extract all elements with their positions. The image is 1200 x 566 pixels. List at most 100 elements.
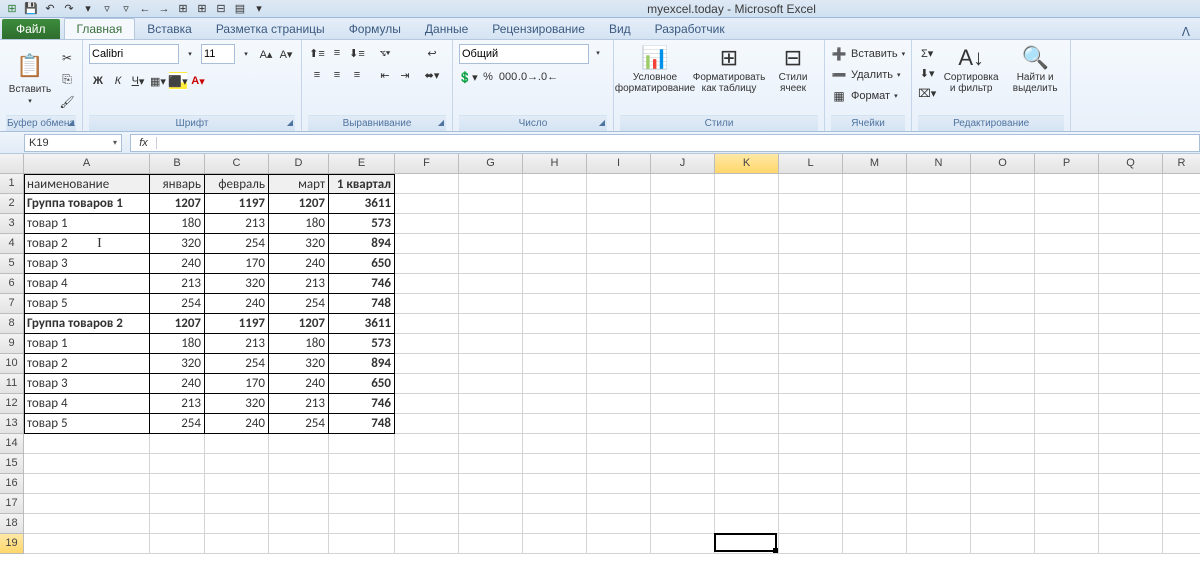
cell[interactable]: 240 (269, 254, 329, 274)
cell[interactable] (907, 174, 971, 194)
cell[interactable] (715, 454, 779, 474)
cell[interactable] (843, 354, 907, 374)
cell[interactable]: товар 2 (24, 234, 150, 254)
cell[interactable]: 254 (269, 414, 329, 434)
column-header-F[interactable]: F (395, 154, 459, 174)
cell[interactable] (1163, 334, 1200, 354)
cell[interactable] (1099, 274, 1163, 294)
cell[interactable] (971, 394, 1035, 414)
cell[interactable] (587, 454, 651, 474)
column-header-Q[interactable]: Q (1099, 154, 1163, 174)
autosum-icon[interactable]: Σ▾ (918, 44, 936, 62)
cell[interactable] (843, 434, 907, 454)
cell[interactable] (715, 274, 779, 294)
cell[interactable] (971, 294, 1035, 314)
row-header-12[interactable]: 12 (0, 394, 24, 414)
qat-customize-icon[interactable]: ▾ (251, 1, 267, 17)
cell[interactable] (843, 394, 907, 414)
cell[interactable] (459, 174, 523, 194)
tab-developer[interactable]: Разработчик (643, 19, 737, 39)
border-icon[interactable]: ▦▾ (149, 72, 167, 90)
cell[interactable] (1163, 214, 1200, 234)
qat-item-icon[interactable]: ← (137, 1, 153, 17)
insert-cells-button[interactable]: ➕Вставить▾ (831, 44, 905, 64)
cell[interactable] (779, 434, 843, 454)
name-box[interactable]: K19 ▾ (24, 134, 122, 152)
qat-item-icon[interactable]: ▾ (80, 1, 96, 17)
cell[interactable]: товар 3 (24, 374, 150, 394)
cell[interactable] (459, 514, 523, 534)
cell[interactable] (843, 334, 907, 354)
cell[interactable]: 170 (205, 374, 269, 394)
cell[interactable] (715, 394, 779, 414)
cell[interactable] (1035, 494, 1099, 514)
cell[interactable] (715, 374, 779, 394)
cell[interactable] (205, 434, 269, 454)
cell[interactable] (587, 494, 651, 514)
row-header-7[interactable]: 7 (0, 294, 24, 314)
select-all-corner[interactable] (0, 154, 24, 174)
cell[interactable] (24, 454, 150, 474)
cell[interactable]: товар 4 (24, 274, 150, 294)
column-header-M[interactable]: M (843, 154, 907, 174)
cell[interactable] (587, 414, 651, 434)
cell[interactable] (587, 474, 651, 494)
cell[interactable] (395, 234, 459, 254)
cell[interactable] (395, 294, 459, 314)
cell[interactable] (523, 194, 587, 214)
cell[interactable] (971, 174, 1035, 194)
cell[interactable]: Группа товаров 1 (24, 194, 150, 214)
number-format-select[interactable] (459, 44, 589, 64)
qat-item-icon[interactable]: ▿ (99, 1, 115, 17)
qat-item-icon[interactable]: ⊞ (194, 1, 210, 17)
cell[interactable] (459, 194, 523, 214)
cell[interactable] (651, 414, 715, 434)
conditional-formatting-button[interactable]: 📊 Условное форматирование (620, 44, 690, 110)
format-cells-button[interactable]: ▦Формат▾ (831, 86, 905, 106)
cell[interactable]: 1207 (150, 194, 205, 214)
cell[interactable] (395, 474, 459, 494)
cell[interactable]: наименование (24, 174, 150, 194)
cell[interactable]: 240 (205, 294, 269, 314)
cell[interactable] (971, 414, 1035, 434)
cell[interactable] (779, 334, 843, 354)
increase-indent-icon[interactable]: ⇥ (396, 66, 414, 84)
cell[interactable] (843, 274, 907, 294)
cell[interactable] (843, 314, 907, 334)
cell[interactable]: 254 (205, 354, 269, 374)
cell[interactable] (329, 494, 395, 514)
cell[interactable] (150, 534, 205, 554)
cell[interactable] (1099, 194, 1163, 214)
cell[interactable] (1163, 254, 1200, 274)
cell[interactable] (24, 434, 150, 454)
row-header-10[interactable]: 10 (0, 354, 24, 374)
cell[interactable]: товар 5 (24, 414, 150, 434)
row-header-15[interactable]: 15 (0, 454, 24, 474)
cell[interactable]: товар 1 (24, 214, 150, 234)
fill-color-icon[interactable]: ⬛▾ (169, 72, 187, 90)
cell[interactable] (651, 254, 715, 274)
cell[interactable] (1099, 214, 1163, 234)
cell[interactable]: Группа товаров 2 (24, 314, 150, 334)
cell[interactable]: 573 (329, 214, 395, 234)
cell[interactable] (523, 414, 587, 434)
clear-icon[interactable]: ⌧▾ (918, 84, 936, 102)
cell[interactable] (651, 214, 715, 234)
cell[interactable] (715, 334, 779, 354)
cell[interactable] (1035, 374, 1099, 394)
row-header-19[interactable]: 19 (0, 534, 24, 554)
chevron-down-icon[interactable]: ▾ (113, 138, 117, 147)
cell[interactable] (459, 254, 523, 274)
cell[interactable] (843, 194, 907, 214)
cell[interactable] (329, 514, 395, 534)
cell[interactable] (715, 494, 779, 514)
cell[interactable]: 254 (150, 294, 205, 314)
cell[interactable] (715, 174, 779, 194)
cell[interactable] (523, 294, 587, 314)
cell[interactable] (715, 214, 779, 234)
column-header-G[interactable]: G (459, 154, 523, 174)
align-middle-icon[interactable]: ≡ (328, 44, 346, 62)
cell[interactable] (24, 534, 150, 554)
cell[interactable] (395, 314, 459, 334)
cell[interactable] (395, 394, 459, 414)
